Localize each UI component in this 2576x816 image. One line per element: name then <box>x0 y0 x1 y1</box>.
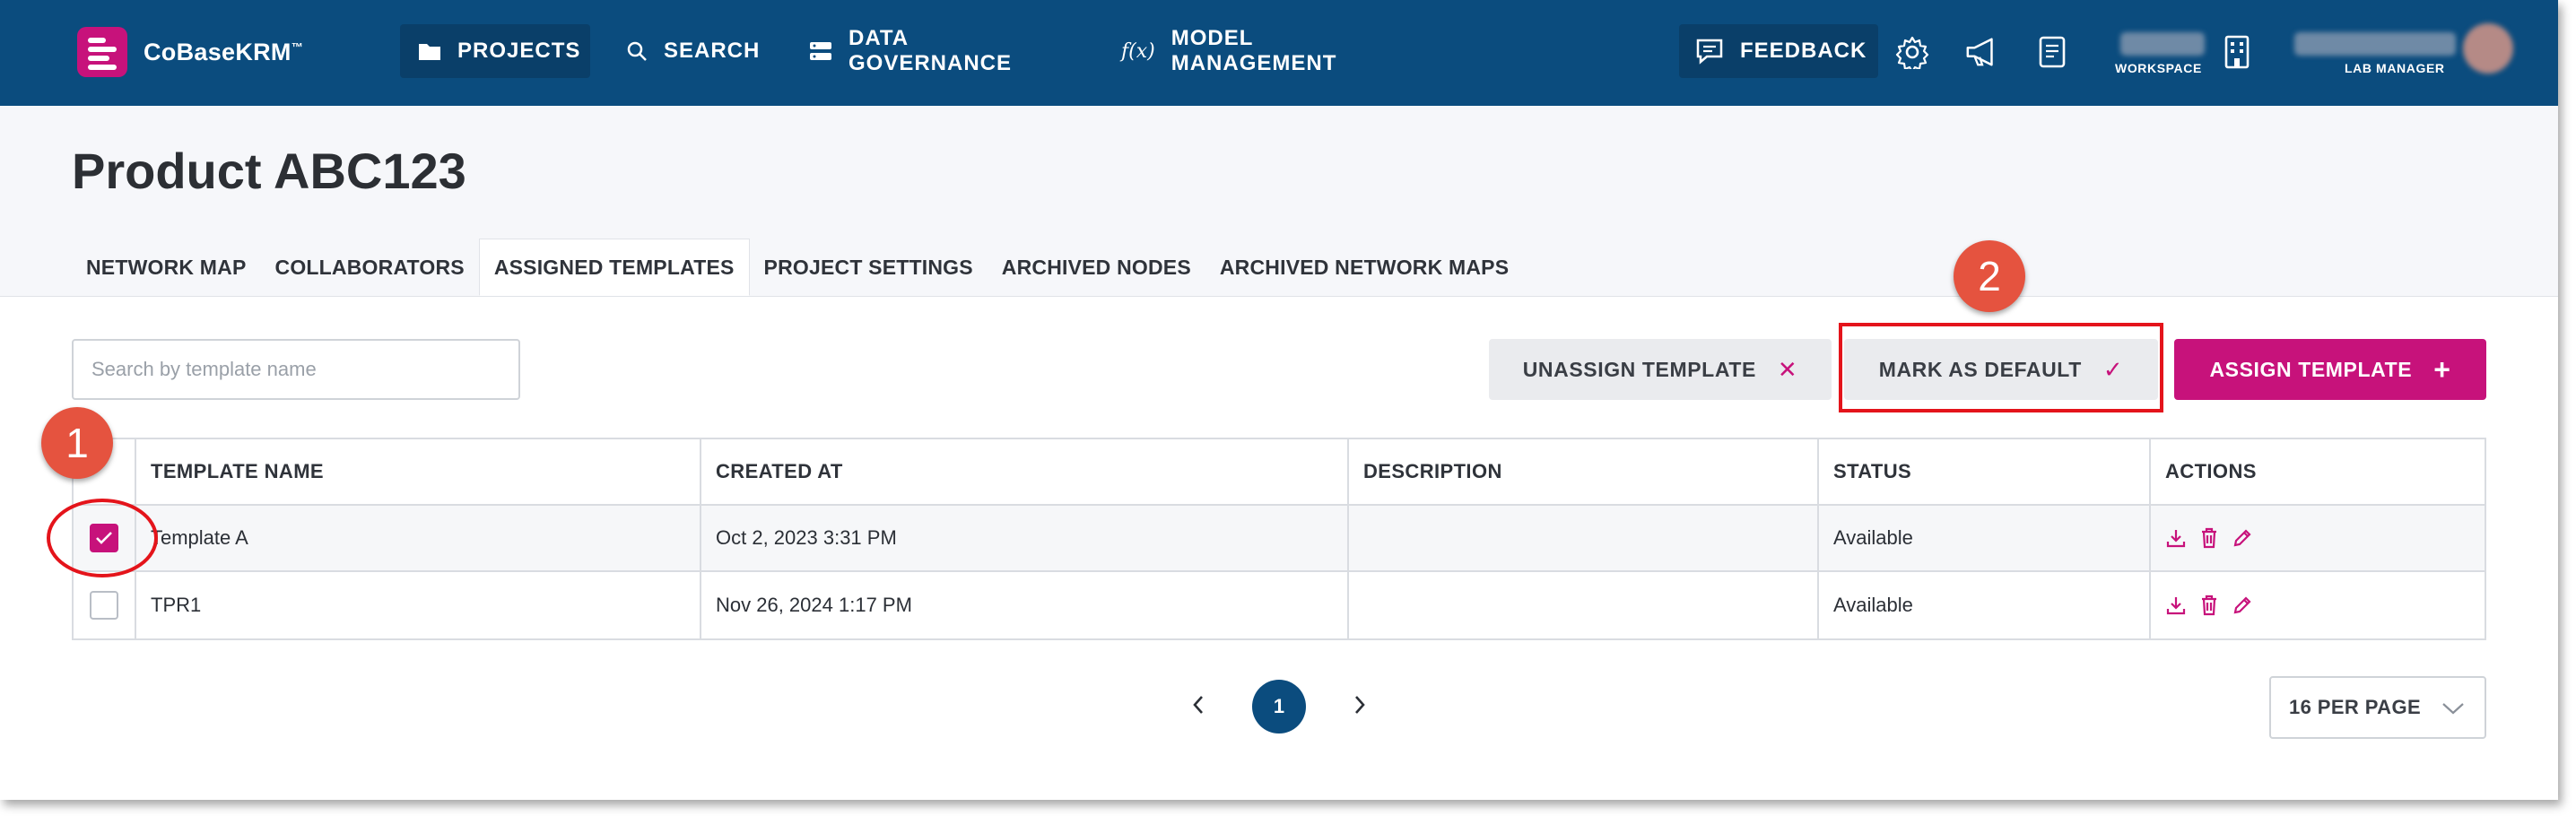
description-cell <box>1349 572 1819 638</box>
download-icon[interactable] <box>2165 527 2187 549</box>
row-checkbox[interactable] <box>90 591 118 620</box>
next-page-chevron-icon[interactable] <box>1342 678 1378 732</box>
nav-model-management-label: MODEL MANAGEMENT <box>1171 26 1337 75</box>
feedback-label: FEEDBACK <box>1740 39 1867 63</box>
column-header-status[interactable]: STATUS <box>1819 439 2151 504</box>
previous-page-chevron-icon[interactable] <box>1180 678 1216 732</box>
chevron-down-icon <box>2441 698 2465 721</box>
assign-template-label: ASSIGN TEMPLATE <box>2209 357 2413 381</box>
nav-search[interactable]: SEARCH <box>608 24 771 78</box>
megaphone-icon[interactable] <box>1964 34 2000 70</box>
unassign-template-label: UNASSIGN TEMPLATE <box>1522 357 1756 381</box>
trash-icon[interactable] <box>2199 527 2219 549</box>
plus-icon: + <box>2433 352 2451 386</box>
feedback-icon <box>1695 38 1724 65</box>
tab-collaborators[interactable]: COLLABORATORS <box>261 239 479 296</box>
template-name-cell: Template A <box>136 506 701 570</box>
page-header: Product ABC123 NETWORK MAP COLLABORATORS… <box>0 106 2558 297</box>
template-name-cell: TPR1 <box>136 572 701 638</box>
pencil-icon[interactable] <box>2232 595 2253 616</box>
tab-project-settings[interactable]: PROJECT SETTINGS <box>750 239 988 296</box>
actions-cell <box>2151 506 2485 570</box>
row-select-cell <box>74 572 136 638</box>
templates-table: TEMPLATE NAME CREATED AT DESCRIPTION STA… <box>72 438 2486 640</box>
column-header-template-name[interactable]: TEMPLATE NAME <box>136 439 701 504</box>
folder-icon <box>418 41 441 61</box>
avatar[interactable] <box>2463 23 2513 74</box>
column-header-created-at[interactable]: CREATED AT <box>701 439 1349 504</box>
created-at-cell: Nov 26, 2024 1:17 PM <box>701 572 1349 638</box>
brand-logo-icon <box>77 27 127 77</box>
status-cell: Available <box>1819 572 2151 638</box>
created-at-cell: Oct 2, 2023 3:31 PM <box>701 506 1349 570</box>
nav-data-governance-label: DATA GOVERNANCE <box>849 26 1013 75</box>
page-title: Product ABC123 <box>72 143 466 199</box>
project-tabs: NETWORK MAP COLLABORATORS ASSIGNED TEMPL… <box>72 239 1523 296</box>
tab-network-map[interactable]: NETWORK MAP <box>72 239 261 296</box>
feedback-button[interactable]: FEEDBACK <box>1679 24 1878 78</box>
workspace-label: WORKSPACE <box>2115 61 2202 75</box>
close-icon: ✕ <box>1777 355 1798 383</box>
nav-search-label: SEARCH <box>664 39 761 63</box>
brand[interactable]: CoBaseKRM™ <box>77 27 303 77</box>
book-icon[interactable] <box>2034 34 2070 70</box>
tab-archived-network-maps[interactable]: ARCHIVED NETWORK MAPS <box>1205 239 1523 296</box>
download-icon[interactable] <box>2165 595 2187 616</box>
search-icon <box>626 40 648 62</box>
brand-name: CoBaseKRM™ <box>144 38 304 65</box>
tab-assigned-templates[interactable]: ASSIGNED TEMPLATES <box>478 239 750 296</box>
page-number-current[interactable]: 1 <box>1252 680 1306 734</box>
status-cell: Available <box>1819 506 2151 570</box>
per-page-select[interactable]: 16 PER PAGE <box>2269 676 2486 739</box>
annotation-ring-checkbox <box>47 499 158 577</box>
actions-cell <box>2151 572 2485 638</box>
user-name-redacted <box>2294 32 2456 56</box>
pencil-icon[interactable] <box>2232 527 2253 549</box>
table-header-row: TEMPLATE NAME CREATED AT DESCRIPTION STA… <box>74 439 2485 506</box>
building-icon[interactable] <box>2219 34 2255 70</box>
nav-projects-label: PROJECTS <box>457 39 581 63</box>
table-row[interactable]: TPR1 Nov 26, 2024 1:17 PM Available <box>74 572 2485 638</box>
nav-data-governance[interactable]: DATA GOVERNANCE <box>791 24 1080 78</box>
callout-step-1: 1 <box>41 407 113 479</box>
column-header-description[interactable]: DESCRIPTION <box>1349 439 1819 504</box>
callout-step-2: 2 <box>1954 240 2025 312</box>
nav-projects[interactable]: PROJECTS <box>400 24 590 78</box>
trash-icon[interactable] <box>2199 595 2219 616</box>
tab-archived-nodes[interactable]: ARCHIVED NODES <box>988 239 1205 296</box>
annotation-highlight-mark-default <box>1839 323 2163 412</box>
workspace-name-redacted <box>2120 32 2205 56</box>
gear-icon[interactable] <box>1894 34 1930 70</box>
template-search-input[interactable] <box>72 339 520 400</box>
assign-template-button[interactable]: ASSIGN TEMPLATE + <box>2174 339 2486 400</box>
role-label: LAB MANAGER <box>2345 61 2445 75</box>
per-page-label: 16 PER PAGE <box>2289 696 2422 718</box>
unassign-template-button[interactable]: UNASSIGN TEMPLATE ✕ <box>1489 339 1832 400</box>
nav-model-management[interactable]: f(x) MODEL MANAGEMENT <box>1103 24 1426 78</box>
database-icon <box>809 40 832 62</box>
description-cell <box>1349 506 1819 570</box>
table-row[interactable]: Template A Oct 2, 2023 3:31 PM Available <box>74 506 2485 572</box>
column-header-actions: ACTIONS <box>2165 460 2257 482</box>
function-icon: f(x) <box>1121 39 1155 63</box>
top-navigation-bar: CoBaseKRM™ PROJECTS SEARCH DATA GOVERNAN… <box>0 0 2558 106</box>
app-window: CoBaseKRM™ PROJECTS SEARCH DATA GOVERNAN… <box>0 0 2558 800</box>
